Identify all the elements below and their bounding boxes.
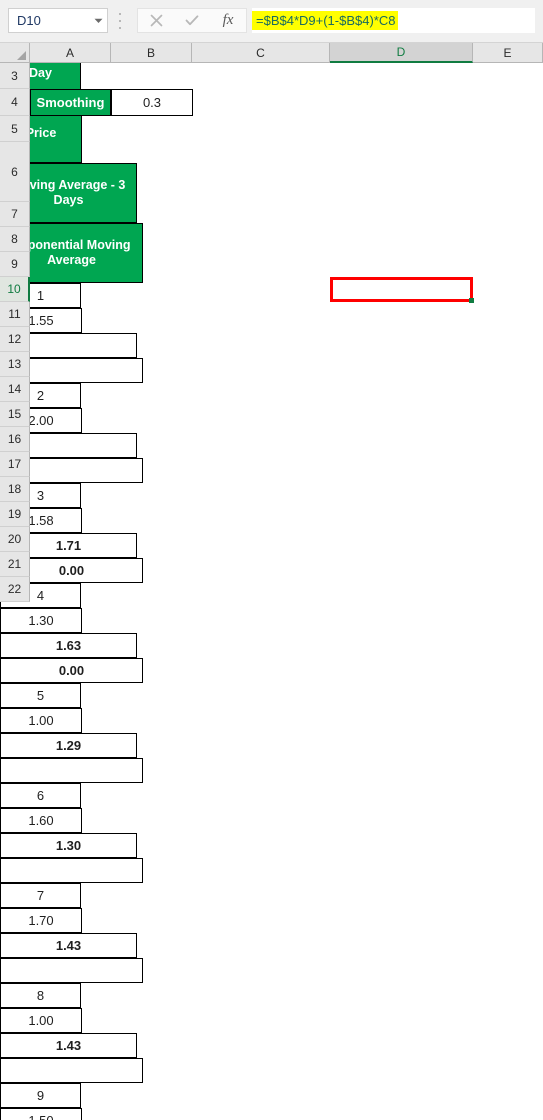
check-icon[interactable] — [174, 9, 210, 32]
cell-ema-selected[interactable]: 0.00 — [0, 658, 143, 683]
chevron-down-icon[interactable] — [89, 9, 107, 32]
formula-input[interactable]: =$B$4*D9+(1-$B$4)*C8 — [252, 8, 535, 33]
fill-handle[interactable] — [469, 298, 474, 303]
formula-action-group: fx — [137, 8, 247, 33]
close-icon[interactable] — [138, 9, 174, 32]
cell-ema[interactable] — [0, 858, 143, 883]
cell-ma[interactable]: 1.43 — [0, 933, 137, 958]
row-header-8[interactable]: 8 — [0, 227, 30, 252]
smoothing-value-cell[interactable]: 0.3 — [111, 89, 193, 116]
column-header-a[interactable]: A — [30, 43, 111, 63]
row-header-6[interactable]: 6 — [0, 142, 30, 202]
formula-text: =$B$4*D9+(1-$B$4)*C8 — [252, 11, 399, 30]
cell-price[interactable]: 1.30 — [0, 608, 82, 633]
row-header-15[interactable]: 15 — [0, 402, 30, 427]
smoothing-label-cell[interactable]: Smoothing — [30, 89, 111, 116]
cell-day[interactable]: 8 — [0, 983, 81, 1008]
cell-price[interactable]: 1.00 — [0, 708, 82, 733]
row-header-17[interactable]: 17 — [0, 452, 30, 477]
row-header-12[interactable]: 12 — [0, 327, 30, 352]
fx-label: fx — [222, 12, 234, 28]
column-header-c[interactable]: C — [192, 43, 330, 63]
row-header-20[interactable]: 20 — [0, 527, 30, 552]
cell-price[interactable]: 1.60 — [0, 808, 82, 833]
cell-price[interactable]: 1.50 — [0, 1108, 82, 1120]
formula-bar-area: D10 fx =$B$4*D9+(1-$B$4)*C8 — [0, 0, 543, 43]
name-box[interactable]: D10 — [8, 8, 108, 33]
row-header-16[interactable]: 16 — [0, 427, 30, 452]
column-header-b[interactable]: B — [111, 43, 192, 63]
row-header-4[interactable]: 4 — [0, 89, 30, 116]
row-header-13[interactable]: 13 — [0, 352, 30, 377]
row-header-21[interactable]: 21 — [0, 552, 30, 577]
fx-icon[interactable]: fx — [210, 9, 246, 32]
row-header-10[interactable]: 10 — [0, 277, 30, 302]
cell-ma[interactable]: 1.43 — [0, 1033, 137, 1058]
cell-price[interactable]: 1.70 — [0, 908, 82, 933]
spreadsheet-grid[interactable]: A B C D E 3 4 5 6 7 8 9 10 11 12 13 14 1… — [0, 43, 543, 1120]
cell-price[interactable]: 1.00 — [0, 1008, 82, 1033]
cell-ema[interactable] — [0, 958, 143, 983]
cell-ema[interactable] — [0, 758, 143, 783]
cell-day[interactable]: 6 — [0, 783, 81, 808]
cell-day[interactable]: 7 — [0, 883, 81, 908]
cell-ma[interactable]: 1.63 — [0, 633, 137, 658]
row-header-9[interactable]: 9 — [0, 252, 30, 277]
row-header-19[interactable]: 19 — [0, 502, 30, 527]
cell-ma[interactable]: 1.30 — [0, 833, 137, 858]
cell-ma[interactable]: 1.29 — [0, 733, 137, 758]
row-header-18[interactable]: 18 — [0, 477, 30, 502]
row-header-3[interactable]: 3 — [0, 63, 30, 89]
column-header-row: A B C D E — [0, 43, 543, 63]
select-all-triangle-icon — [17, 51, 26, 60]
select-all-corner[interactable] — [0, 43, 30, 63]
row-header-7[interactable]: 7 — [0, 202, 30, 227]
row-header-5[interactable]: 5 — [0, 116, 30, 142]
row-header-14[interactable]: 14 — [0, 377, 30, 402]
column-header-e[interactable]: E — [473, 43, 543, 63]
row-header-22[interactable]: 22 — [0, 577, 30, 602]
toolbar-separator — [117, 13, 123, 29]
name-box-value: D10 — [17, 13, 41, 28]
row-header-11[interactable]: 11 — [0, 302, 30, 327]
active-cell-selection-border — [330, 277, 473, 302]
cell-day[interactable]: 5 — [0, 683, 81, 708]
cell-day[interactable]: 9 — [0, 1083, 81, 1108]
column-header-d[interactable]: D — [330, 43, 473, 63]
cell-ema[interactable] — [0, 1058, 143, 1083]
